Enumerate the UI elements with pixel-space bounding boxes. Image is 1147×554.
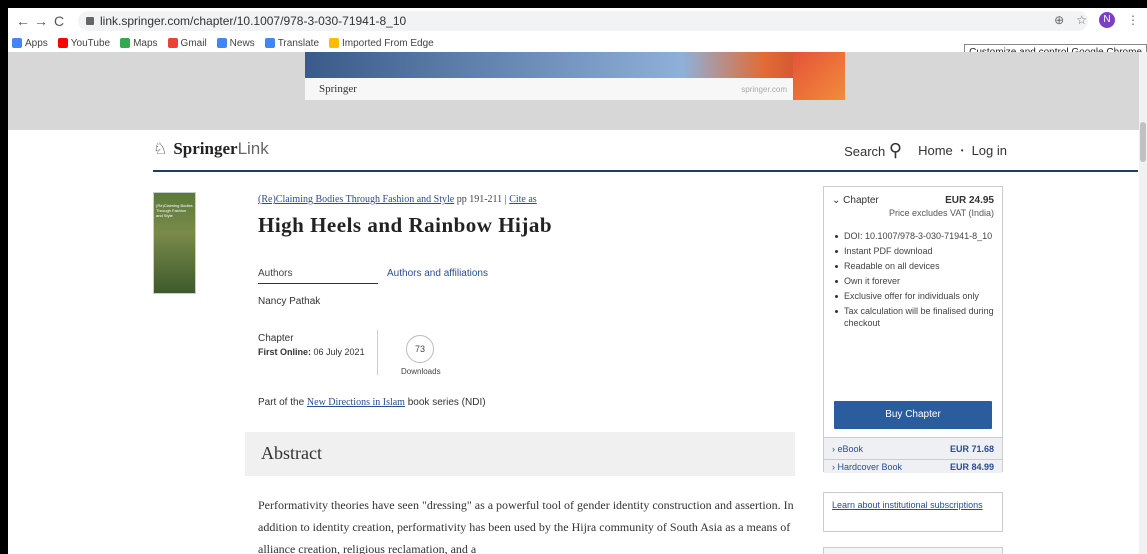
- feature-item: Exclusive offer for individuals only: [835, 290, 994, 302]
- bookmark-apps[interactable]: Apps: [12, 38, 48, 49]
- browser-window: ← → C link.springer.com/chapter/10.1007/…: [8, 8, 1147, 554]
- sidebar-box: [823, 547, 1003, 554]
- ad-accent: [793, 52, 845, 100]
- folder-icon: [329, 38, 340, 48]
- author-name[interactable]: Nancy Pathak: [258, 296, 320, 307]
- translate-icon[interactable]: ⊕: [1054, 13, 1064, 27]
- book-cover[interactable]: (Re)Claiming Bodies Through Fashion and …: [153, 192, 196, 294]
- first-online: First Online: 06 July 2021: [258, 347, 365, 357]
- menu-icon[interactable]: ⋮: [1127, 13, 1139, 27]
- hardcover-option[interactable]: › Hardcover Book EUR 84.99: [824, 459, 1002, 473]
- apps-icon: [12, 38, 22, 48]
- bookmark-youtube[interactable]: YouTube: [57, 38, 110, 49]
- chevron-right-icon: ›: [832, 461, 835, 472]
- book-breadcrumb: (Re)Claiming Bodies Through Fashion and …: [258, 194, 537, 205]
- ebook-option[interactable]: › eBook EUR 71.68: [824, 437, 1002, 459]
- tab-authors[interactable]: Authors: [258, 268, 378, 284]
- ad-image: [305, 52, 845, 78]
- nav-separator: •: [960, 146, 964, 155]
- cover-title: (Re)Claiming Bodies Through Fashion and …: [156, 203, 193, 218]
- ad-banner[interactable]: Springer springer.com: [305, 52, 845, 100]
- bookmark-maps[interactable]: Maps: [120, 38, 158, 49]
- home-link[interactable]: Home: [918, 143, 953, 158]
- chevron-right-icon: ›: [832, 443, 835, 454]
- buy-box: ⌄ Chapter EUR 24.95 Price excludes VAT (…: [823, 186, 1003, 473]
- url-field[interactable]: link.springer.com/chapter/10.1007/978-3-…: [78, 11, 1088, 31]
- buy-chapter-button[interactable]: Buy Chapter: [834, 401, 992, 429]
- institutional-box: Learn about institutional subscriptions: [823, 492, 1003, 532]
- feature-item: Instant PDF download: [835, 245, 994, 257]
- gmail-icon: [167, 38, 178, 48]
- forward-icon[interactable]: →: [32, 13, 50, 29]
- chapter-price-row[interactable]: ⌄ Chapter EUR 24.95: [824, 187, 1002, 206]
- header-nav: Search ⚲ Home • Log in: [844, 140, 1007, 161]
- search-link[interactable]: Search ⚲: [844, 140, 902, 161]
- feature-item: Own it forever: [835, 275, 994, 287]
- springer-horse-icon: ♘: [153, 141, 168, 158]
- downloads-label: Downloads: [401, 367, 441, 376]
- tab-affiliations[interactable]: Authors and affiliations: [387, 268, 488, 279]
- profile-avatar[interactable]: N: [1099, 12, 1115, 28]
- chapter-price: EUR 24.95: [945, 195, 994, 206]
- maps-icon: [120, 38, 131, 48]
- vat-note: Price excludes VAT (India): [888, 208, 994, 218]
- ad-brand: Springer: [319, 83, 357, 95]
- page-range: pp 191-211: [456, 194, 503, 205]
- url-text: link.springer.com/chapter/10.1007/978-3-…: [100, 14, 407, 28]
- translate-bookmark-icon: [264, 38, 275, 48]
- news-icon: [216, 38, 227, 48]
- back-icon[interactable]: ←: [14, 13, 32, 29]
- login-link[interactable]: Log in: [972, 143, 1007, 158]
- lock-icon: [86, 17, 94, 25]
- bookmark-imported[interactable]: Imported From Edge: [329, 38, 434, 49]
- series-link[interactable]: New Directions in Islam: [307, 397, 405, 408]
- scroll-thumb[interactable]: [1140, 122, 1146, 162]
- feature-item: Tax calculation will be finalised during…: [835, 306, 994, 328]
- abstract-text: Performativity theories have seen "dress…: [258, 498, 794, 554]
- abstract-heading: Abstract: [245, 432, 795, 476]
- hardcover-price: EUR 84.99: [949, 461, 994, 472]
- main-content: (Re)Claiming Bodies Through Fashion and …: [8, 172, 1147, 554]
- youtube-icon: [57, 38, 68, 48]
- bookmark-translate[interactable]: Translate: [264, 38, 319, 49]
- feature-item: DOI: 10.1007/978-3-030-71941-8_10: [835, 231, 993, 241]
- address-bar-row: ← → C link.springer.com/chapter/10.1007/…: [8, 8, 1147, 34]
- chevron-down-icon: ⌄: [832, 195, 841, 206]
- downloads-count: 73: [406, 335, 434, 363]
- logo-main: Springer: [173, 139, 238, 158]
- institutional-link[interactable]: Learn about institutional subscriptions: [832, 500, 983, 510]
- reload-icon[interactable]: C: [50, 13, 68, 29]
- springerlink-logo[interactable]: ♘ SpringerLink: [153, 139, 269, 159]
- page-scrollbar[interactable]: [1139, 52, 1147, 554]
- cite-as-link[interactable]: Cite as: [509, 194, 537, 205]
- feature-item: Readable on all devices: [835, 260, 994, 272]
- star-icon[interactable]: ☆: [1076, 13, 1087, 27]
- ad-footer: Springer springer.com: [305, 78, 845, 100]
- search-icon: ⚲: [888, 140, 903, 160]
- ebook-price: EUR 71.68: [949, 443, 994, 454]
- book-title-link[interactable]: (Re)Claiming Bodies Through Fashion and …: [258, 194, 454, 205]
- meta-divider: [377, 330, 378, 375]
- browser-actions: ⊕ ☆ N ⋮: [1054, 12, 1139, 28]
- logo-sub: Link: [237, 139, 269, 158]
- ad-site: springer.com: [741, 84, 787, 94]
- content-type: Chapter: [258, 333, 294, 344]
- series-info: Part of the New Directions in Islam book…: [258, 397, 486, 408]
- bookmark-gmail[interactable]: Gmail: [167, 38, 207, 49]
- ad-zone: Springer springer.com: [8, 52, 1147, 130]
- site-header: ♘ SpringerLink Search ⚲ Home • Log in: [8, 130, 1147, 170]
- chapter-title: High Heels and Rainbow Hijab: [258, 213, 553, 237]
- bookmark-news[interactable]: News: [216, 38, 255, 49]
- feature-list: DOI: 10.1007/978-3-030-71941-8_10 Instan…: [824, 220, 1002, 329]
